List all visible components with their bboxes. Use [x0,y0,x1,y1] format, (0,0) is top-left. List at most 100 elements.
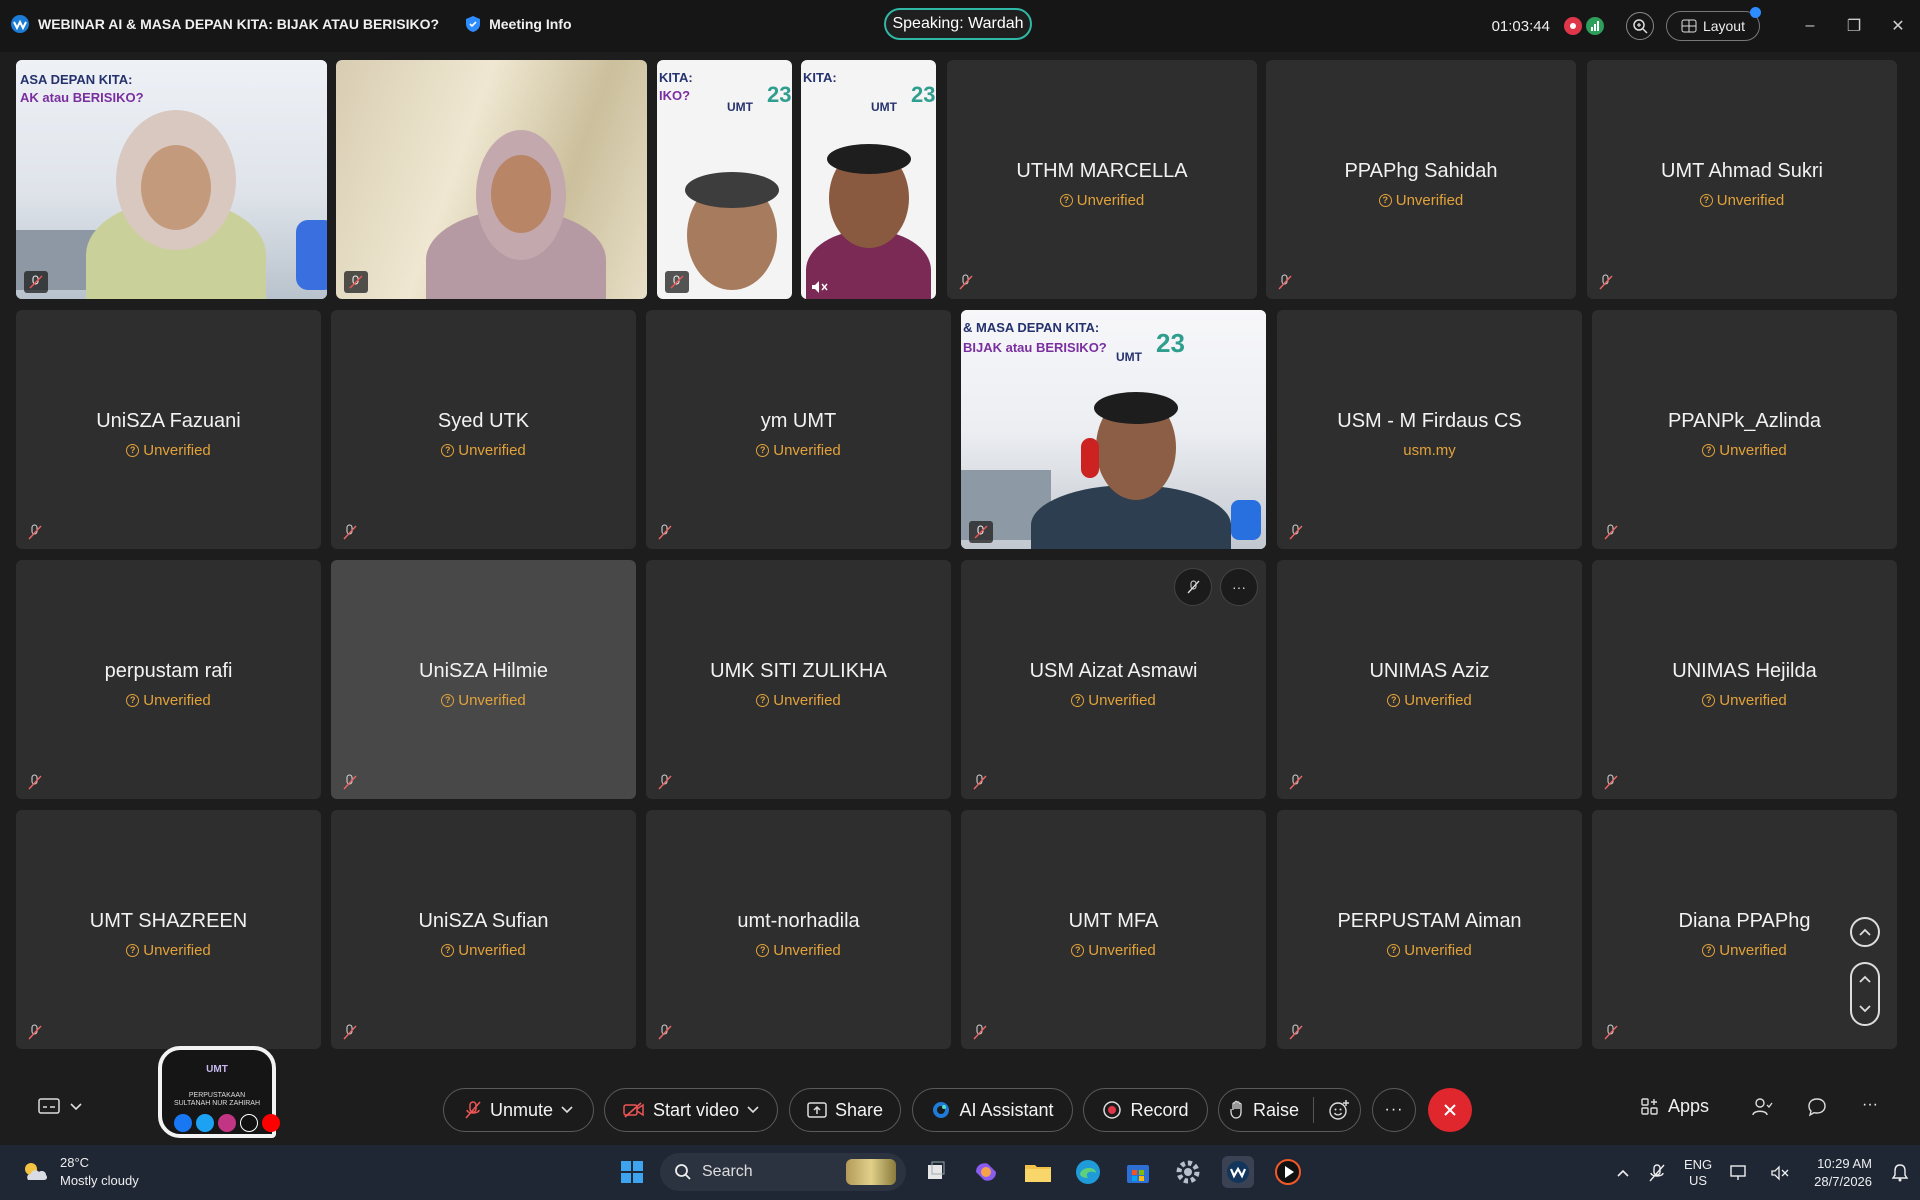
video-tile-3[interactable]: KITA: IKO? UMT 23 [657,60,792,299]
windows-start-icon[interactable] [616,1156,648,1188]
chevron-down-icon[interactable] [747,1106,759,1114]
mute-participant-button[interactable] [1174,568,1212,606]
verification-status: ? Unverified [646,442,951,459]
volume-muted-icon[interactable] [1770,1164,1790,1182]
ai-assistant-button[interactable]: AI Assistant [912,1088,1073,1132]
start-video-button[interactable]: Start video [604,1088,778,1132]
more-menu-button[interactable]: ··· [1862,1096,1878,1114]
record-button[interactable]: Record [1083,1088,1208,1132]
copilot-icon[interactable] [970,1156,1002,1188]
status-label: Unverified [1719,941,1787,959]
chevron-down-icon[interactable] [561,1106,573,1114]
muted-mic-icon [344,271,368,293]
warning-icon: ? [1059,193,1073,207]
captions-button[interactable] [38,1098,82,1116]
microphone-muted-icon[interactable] [1648,1163,1666,1183]
instagram-icon [218,1114,236,1132]
participant-name: UniSZA Fazuani [96,409,241,432]
participant-tile-hovered[interactable]: UniSZA Hilmie ? Unverified [331,560,636,799]
participant-tile[interactable]: UniSZA Sufian ? Unverified [331,810,636,1049]
verification-status: ? Unverified [1592,692,1897,709]
close-window-icon[interactable]: ✕ [1876,0,1920,52]
leave-meeting-button[interactable] [1428,1088,1472,1132]
library-name-line2: SULTANAH NUR ZAHIRAH [173,1100,261,1107]
participant-tile[interactable]: perpustam rafi ? Unverified [16,560,321,799]
participant-tile[interactable]: UNIMAS Hejilda ? Unverified [1592,560,1897,799]
participants-button[interactable] [1751,1096,1773,1118]
language-indicator[interactable]: ENG US [1684,1157,1712,1189]
share-button[interactable]: Share [789,1088,901,1132]
warning-icon: ? [1702,943,1716,957]
zoom-icon[interactable] [1625,12,1654,40]
participant-name: UMT Ahmad Sukri [1661,159,1823,182]
participant-tile[interactable]: UMT SHAZREEN ? Unverified [16,810,321,1049]
layout-button[interactable]: Layout [1665,7,1761,41]
banner-text: BIJAK atau BERISIKO? [963,340,1107,355]
participant-tile[interactable]: PPAPhg Sahidah ? Unverified [1266,60,1576,299]
settings-gear-icon[interactable] [1172,1156,1204,1188]
chevron-down-icon[interactable] [1858,1004,1872,1014]
task-view-icon[interactable] [920,1156,952,1188]
microsoft-store-icon[interactable] [1122,1156,1154,1188]
muted-mic-icon [28,524,42,540]
participant-tile[interactable]: UMK SITI ZULIKHA ? Unverified [646,560,951,799]
recording-indicator-icon[interactable] [1563,17,1582,35]
status-label: Unverified [143,441,211,459]
taskbar-search[interactable]: Search [660,1153,906,1191]
status-label: Unverified [1404,941,1472,959]
participant-tile[interactable]: UNIMAS Aziz ? Unverified [1277,560,1582,799]
webex-app-icon[interactable] [1222,1156,1254,1188]
status-label: Unverified [143,691,211,709]
edge-browser-icon[interactable] [1072,1156,1104,1188]
restore-icon[interactable]: ❐ [1832,0,1876,52]
scroll-to-top-button[interactable] [1850,917,1880,947]
participant-tile[interactable]: UniSZA Fazuani ? Unverified [16,310,321,549]
participant-tile[interactable]: UMT MFA ? Unverified [961,810,1266,1049]
video-tile-presenter[interactable]: & MASA DEPAN KITA: BIJAK atau BERISIKO? … [961,310,1266,549]
weather-widget[interactable]: 28°C Mostly cloudy [20,1154,139,1190]
display-icon[interactable] [1730,1164,1752,1182]
participant-more-options-button[interactable]: ··· [1220,568,1258,606]
participant-tile[interactable]: USM - M Firdaus CS usm.my [1277,310,1582,549]
video-tile-2[interactable] [336,60,647,299]
muted-mic-icon [1289,1024,1303,1040]
video-tile-4[interactable]: KITA: UMT 23 [801,60,936,299]
notification-bell-icon[interactable] [1890,1163,1910,1183]
page-scroll-control[interactable] [1850,962,1880,1026]
participant-tile[interactable]: umt-norhadila ? Unverified [646,810,951,1049]
search-placeholder: Search [702,1163,753,1180]
unmute-button[interactable]: Unmute [443,1088,594,1132]
chat-button[interactable] [1806,1096,1828,1118]
participant-tile[interactable]: Syed UTK ? Unverified [331,310,636,549]
participant-tile[interactable]: PPANPk_Azlinda ? Unverified [1592,310,1897,549]
search-icon [675,1164,691,1180]
raise-hand-button[interactable]: Raise [1218,1088,1361,1132]
participant-tile[interactable]: UTHM MARCELLA ? Unverified [947,60,1257,299]
more-options-button[interactable]: ··· [1372,1088,1416,1132]
clock-time: 10:29 AM [1817,1155,1873,1171]
anniversary-logo: 23 [767,82,792,107]
video-tile-1[interactable]: ASA DEPAN KITA: AK atau BERISIKO? [16,60,327,299]
headphone [1081,438,1099,478]
participant-tile[interactable]: ym UMT ? Unverified [646,310,951,549]
keyboard-region: US [1689,1172,1708,1188]
weather-text: 28°C Mostly cloudy [60,1154,139,1190]
muted-mic-icon [969,521,993,543]
social-icons [174,1114,280,1132]
media-player-icon[interactable] [1272,1156,1304,1188]
meeting-info-button[interactable]: Meeting Info [465,15,572,33]
anniversary-logo: 23 [911,82,936,107]
webex-logo-icon [11,15,29,33]
file-explorer-icon[interactable] [1022,1156,1054,1188]
minimize-icon[interactable]: – [1788,0,1832,52]
chevron-up-icon[interactable] [1858,974,1872,984]
apps-button[interactable]: Apps [1640,1096,1709,1117]
participant-tile[interactable]: PERPUSTAM Aiman ? Unverified [1277,810,1582,1049]
clock[interactable]: 10:29 AM 28/7/2026 [1814,1155,1872,1191]
status-label: Unverified [1719,691,1787,709]
participant-tile[interactable]: UMT Ahmad Sukri ? Unverified [1587,60,1897,299]
participant-tile[interactable]: ··· USM Aizat Asmawi ? Unverified [961,560,1266,799]
network-health-icon[interactable] [1585,17,1604,35]
chevron-up-icon[interactable] [1616,1168,1630,1178]
reactions-icon[interactable] [1328,1099,1350,1121]
